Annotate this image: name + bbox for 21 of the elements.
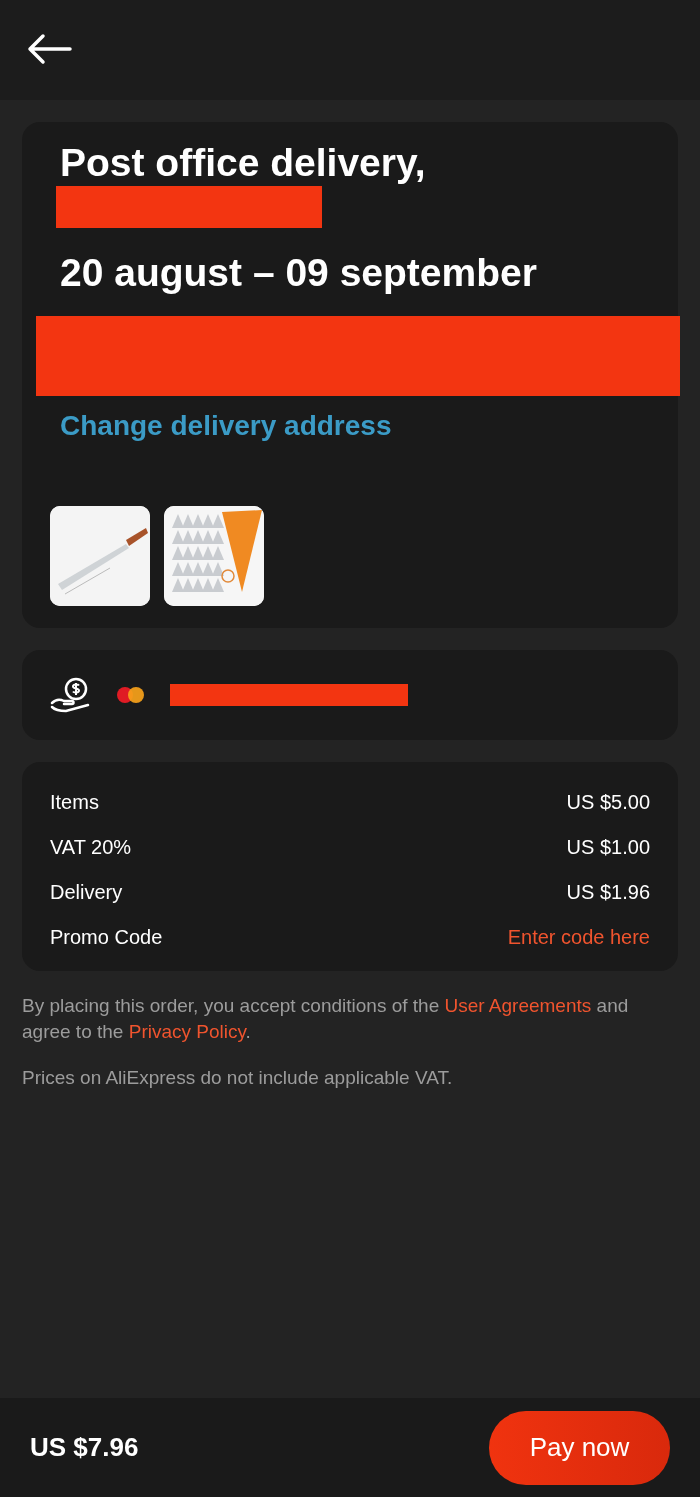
privacy-policy-link[interactable]: Privacy Policy [128, 1021, 246, 1042]
hand-coin-icon [50, 677, 92, 713]
change-address-link[interactable]: Change delivery address [50, 410, 392, 442]
summary-amount: US $5.00 [566, 790, 650, 814]
back-arrow-icon [26, 33, 72, 65]
back-button[interactable] [26, 33, 74, 67]
delivery-dates: 20 august – 09 september [59, 250, 538, 296]
summary-amount: US $1.96 [566, 880, 650, 904]
delivery-title: Post office delivery, [59, 140, 427, 186]
summary-amount: US $1.00 [566, 835, 650, 859]
summary-label: VAT 20% [50, 835, 132, 859]
vat-note: Prices on AliExpress do not include applicable VAT. [22, 1066, 454, 1090]
legal-text: By placing this order, you accept conditions of the User Agreements and agree to the Privacy Policy. [22, 994, 630, 1044]
summary-label: Items [50, 790, 99, 814]
card-logo-icon [116, 685, 146, 705]
user-agreements-link[interactable]: User Agreements [444, 995, 592, 1016]
summary-label: Promo Code [50, 925, 163, 949]
summary-label: Delivery [50, 880, 123, 904]
pay-now-button[interactable]: Pay now [489, 1410, 670, 1485]
promo-code-link[interactable]: Enter code here [507, 925, 650, 949]
order-total: US $7.96 [30, 1432, 139, 1463]
